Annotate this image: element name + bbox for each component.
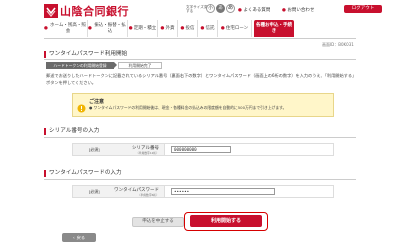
serial-number-input[interactable]: 000000000 [171, 146, 231, 153]
nav-item-applications[interactable]: 各種お申込・手続き [254, 20, 294, 37]
notice-box: ご注意 ● ワンタイムパスワードの利用開始後は、現金・各種料金の払込みの限度額を… [72, 93, 334, 117]
nav-item-label: 各種お申込・手続き [256, 23, 292, 34]
nav-item-mortgage[interactable]: ● 住宅ローン [218, 20, 252, 37]
nav-item-forex[interactable]: ● 外貨 [158, 20, 178, 37]
bank-name[interactable]: 山陰合同銀行 [60, 3, 129, 19]
nav-item-home[interactable]: ● ホーム・残高・照会 [44, 20, 88, 37]
nav-item-label: 投信 [185, 25, 195, 31]
step-current: ハードトークンの利用開始登録 [46, 62, 114, 69]
nav-item-label: 信託 [205, 25, 215, 31]
required-badge: [必須] [89, 147, 100, 152]
logout-button[interactable]: ログアウト [344, 5, 382, 13]
step-next: 利用開始完了 [118, 62, 162, 69]
bullet-icon: ● [282, 8, 286, 13]
page-title: ワンタイムパスワード利用開始 [44, 51, 127, 58]
cancel-application-button[interactable]: 申込を中止する [132, 217, 184, 227]
nav-marker-icon: ● [220, 25, 225, 31]
bullet-icon: ● [238, 8, 242, 13]
header: 山陰合同銀行 文字サイズ変更する 小 あ あ ● よくある質問 ● お問い合わせ… [0, 0, 400, 18]
otp-section-title: ワンタイムパスワードの入力 [44, 170, 122, 177]
nav-marker-icon: ● [200, 25, 205, 31]
serial-label-cell: [必須] シリアル番号 （半角数字12桁） [73, 144, 165, 155]
nav-marker-icon: ● [44, 25, 48, 31]
nav-item-trust[interactable]: ● 信託 [198, 20, 218, 37]
divider [44, 179, 356, 180]
contact-link-label: お問い合わせ [287, 8, 315, 13]
otp-input[interactable]: •••••• [171, 188, 275, 195]
faq-link-label: よくある質問 [243, 8, 271, 13]
step-arrow-icon [114, 62, 117, 68]
notice-text: ワンタイムパスワードの利用開始後は、現金・各種料金の払込みの限度額を自動的に50… [93, 105, 287, 110]
divider [44, 59, 356, 60]
nav-item-fund[interactable]: ● 投信 [178, 20, 198, 37]
otp-row: [必須] ワンタイムパスワード （半角数字6桁） •••••• [72, 185, 334, 198]
nav-item-deposit[interactable]: ● 定期・積立 [128, 20, 158, 37]
global-nav: ● ホーム・残高・照会 ● 振込・振替・払込 ● 定期・積立 ● 外貨 ● 投信… [44, 19, 356, 39]
nav-marker-icon: ● [180, 25, 185, 31]
notice-title: ご注意 [89, 99, 105, 105]
otp-label-cell: [必須] ワンタイムパスワード （半角数字6桁） [73, 186, 165, 197]
required-badge: [必須] [89, 189, 100, 194]
instructions: 郵送でお送りしたハードトークンに記載されているシリアル番号（裏面右下の数字）とワ… [46, 73, 357, 85]
nav-item-transfer[interactable]: ● 振込・振替・払込 [88, 20, 128, 37]
back-button-label: 戻る [76, 235, 86, 240]
otp-sublabel: （半角数字6桁） [137, 192, 159, 197]
back-button[interactable]: ‹ 戻る [62, 233, 96, 242]
notice-body: ● ワンタイムパスワードの利用開始後は、現金・各種料金の払込みの限度額を自動的に… [89, 105, 287, 110]
serial-sublabel: （半角数字12桁） [135, 150, 159, 155]
warning-icon [77, 98, 86, 113]
divider [44, 137, 356, 138]
bank-logo-icon [44, 4, 58, 18]
chevron-left-icon: ‹ [72, 235, 75, 240]
nav-item-label: 定期・積立 [133, 25, 157, 31]
fontsize-medium-button[interactable]: あ [216, 4, 225, 13]
serial-row: [必須] シリアル番号 （半角数字12桁） 000000000 [72, 143, 334, 156]
nav-marker-icon: ● [160, 25, 165, 31]
nav-item-label: 外貨 [165, 25, 175, 31]
serial-section-title: シリアル番号の入力 [44, 128, 99, 135]
nav-item-label: ホーム・残高・照会 [50, 23, 86, 34]
nav-marker-icon: ● [128, 25, 133, 31]
nav-item-label: 振込・振替・払込 [94, 23, 126, 34]
screen-id: 画面ID：B0K031 [322, 42, 354, 47]
faq-link[interactable]: ● よくある質問 [238, 7, 270, 13]
start-use-button[interactable]: 利用開始する [190, 215, 262, 227]
nav-marker-icon: ● [88, 25, 92, 31]
fontsize-small-button[interactable]: 小 [206, 4, 215, 13]
contact-link[interactable]: ● お問い合わせ [282, 7, 314, 13]
fontsize-large-button[interactable]: あ [226, 4, 235, 13]
nav-item-label: 住宅ローン [225, 25, 249, 31]
